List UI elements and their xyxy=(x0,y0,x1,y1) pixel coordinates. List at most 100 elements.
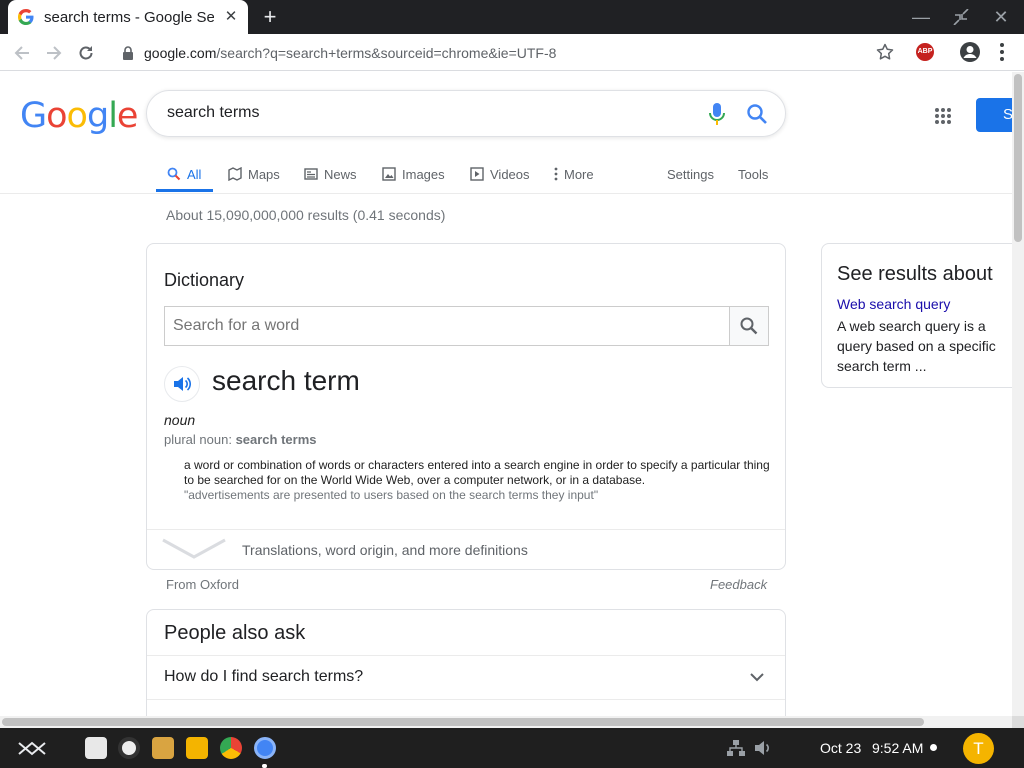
minimize-icon[interactable]: — xyxy=(906,5,936,29)
scrollbar-corner xyxy=(1012,716,1024,728)
tray-time[interactable]: 9:52 AM xyxy=(872,740,923,756)
back-button[interactable] xyxy=(9,40,35,66)
dictionary-card: Dictionary search term noun plural noun:… xyxy=(146,243,786,570)
definition-text: a word or combination of words or charac… xyxy=(184,458,770,487)
tab-videos[interactable]: Videos xyxy=(469,154,530,194)
notes-app-icon[interactable] xyxy=(186,737,208,759)
map-icon xyxy=(227,166,243,182)
vertical-scroll-thumb[interactable] xyxy=(1014,74,1022,242)
notification-dot xyxy=(930,744,937,751)
plural-label: plural noun: xyxy=(164,432,236,447)
microphone-icon[interactable] xyxy=(708,102,726,126)
network-icon[interactable] xyxy=(727,740,745,756)
paa-divider xyxy=(147,655,785,656)
close-window-icon[interactable]: ✕ xyxy=(986,5,1016,29)
part-of-speech: noun xyxy=(164,412,196,428)
tools-link[interactable]: Tools xyxy=(738,154,768,194)
tab-all[interactable]: All xyxy=(166,154,201,194)
see-results-about-panel: See results about Web search query A web… xyxy=(821,243,1012,388)
url-host: google.com xyxy=(144,44,217,61)
settings-link[interactable]: Settings xyxy=(667,154,714,194)
sign-in-button[interactable]: S xyxy=(976,98,1012,132)
browser-toolbar: google.com/search?q=search+terms&sourcei… xyxy=(0,34,1024,71)
feedback-link[interactable]: Feedback xyxy=(710,577,767,592)
video-icon xyxy=(469,166,485,182)
dictionary-source: From Oxford xyxy=(166,577,239,592)
tab-news[interactable]: News xyxy=(303,154,357,194)
search-box[interactable]: search terms xyxy=(146,90,786,137)
bookmark-star-icon[interactable] xyxy=(876,43,894,61)
google-apps-icon[interactable] xyxy=(934,107,952,125)
dictionary-search-button[interactable] xyxy=(729,306,769,346)
tab-more-label: More xyxy=(564,166,594,182)
files-app-icon[interactable] xyxy=(85,737,107,759)
image-icon xyxy=(381,166,397,182)
chevron-down-icon[interactable] xyxy=(749,672,765,682)
people-also-ask-heading: People also ask xyxy=(164,622,306,644)
search-input[interactable]: search terms xyxy=(167,104,259,122)
logo-letter: l xyxy=(108,96,118,136)
side-panel-description: A web search query is a query based on a… xyxy=(837,318,996,374)
logo-letter: e xyxy=(116,96,139,136)
tab-videos-label: Videos xyxy=(490,166,530,182)
search-icon xyxy=(166,166,182,182)
new-tab-button[interactable]: + xyxy=(258,4,282,30)
forward-button[interactable] xyxy=(41,40,67,66)
horizontal-scrollbar[interactable] xyxy=(0,716,1012,728)
paa-question[interactable]: How do I find search terms? xyxy=(164,668,363,686)
launcher-icon[interactable] xyxy=(17,739,47,757)
side-panel-link[interactable]: Web search query xyxy=(837,296,950,312)
logo-letter: o xyxy=(66,96,88,136)
tray-date[interactable]: Oct 23 xyxy=(820,740,861,756)
adblock-extension-icon[interactable]: ABP xyxy=(916,43,934,61)
tab-news-label: News xyxy=(324,166,357,182)
address-bar[interactable]: google.com/search?q=search+terms&sourcei… xyxy=(110,37,912,68)
tab-more[interactable]: More xyxy=(552,154,594,194)
search-results-page: Google search terms S All Maps News Imag… xyxy=(0,72,1012,716)
google-logo[interactable]: Google xyxy=(20,96,139,136)
tab-images-label: Images xyxy=(402,166,445,182)
active-tab-indicator xyxy=(156,189,213,192)
dictionary-search-input[interactable] xyxy=(164,306,730,346)
media-app-icon[interactable] xyxy=(118,737,140,759)
plural-word: search terms xyxy=(235,432,317,447)
more-vert-icon xyxy=(552,166,560,182)
dictionary-heading: Dictionary xyxy=(164,270,245,290)
volume-icon[interactable] xyxy=(754,740,772,756)
logo-letter: g xyxy=(86,96,109,136)
restore-icon[interactable] xyxy=(946,5,976,29)
reload-button[interactable] xyxy=(73,40,99,66)
tab-strip: search terms - Google Se ✕ + — ✕ xyxy=(0,0,1024,34)
chrome-app-icon[interactable] xyxy=(220,737,242,759)
more-definitions-link[interactable]: Translations, word origin, and more defi… xyxy=(242,542,528,558)
tab-maps[interactable]: Maps xyxy=(227,154,280,194)
side-panel-heading: See results about xyxy=(837,263,993,285)
logo-letter: o xyxy=(46,96,67,136)
browser-menu-icon[interactable] xyxy=(994,41,1010,63)
vertical-scrollbar[interactable] xyxy=(1012,72,1024,716)
speaker-icon xyxy=(174,377,191,391)
profile-icon[interactable] xyxy=(960,42,980,62)
logo-letter: G xyxy=(20,96,47,136)
browser-app-icon[interactable] xyxy=(254,737,276,759)
dictionary-headword: search term xyxy=(212,365,360,396)
search-icon[interactable] xyxy=(746,103,768,125)
pronunciation-button[interactable] xyxy=(164,366,200,402)
plural-form: plural noun: search terms xyxy=(164,432,317,447)
result-stats: About 15,090,000,000 results (0.41 secon… xyxy=(166,207,446,223)
browser-tab[interactable]: search terms - Google Se ✕ xyxy=(8,0,248,34)
google-favicon-icon xyxy=(18,9,34,25)
url-text: google.com/search?q=search+terms&sourcei… xyxy=(144,45,556,61)
news-icon xyxy=(303,166,319,182)
gallery-app-icon[interactable] xyxy=(152,737,174,759)
system-shelf: Oct 23 9:52 AM T xyxy=(0,728,1024,768)
tab-close-icon[interactable]: ✕ xyxy=(222,8,240,26)
user-avatar[interactable]: T xyxy=(963,733,994,764)
expand-chevron-icon[interactable] xyxy=(161,538,227,560)
tab-images[interactable]: Images xyxy=(381,154,445,194)
horizontal-scroll-thumb[interactable] xyxy=(2,718,924,726)
tab-all-label: All xyxy=(187,166,202,182)
people-also-ask: People also ask How do I find search ter… xyxy=(146,609,786,716)
url-path: /search?q=search+terms&sourceid=chrome&i… xyxy=(216,44,557,61)
forward-arrow-icon xyxy=(47,46,62,60)
